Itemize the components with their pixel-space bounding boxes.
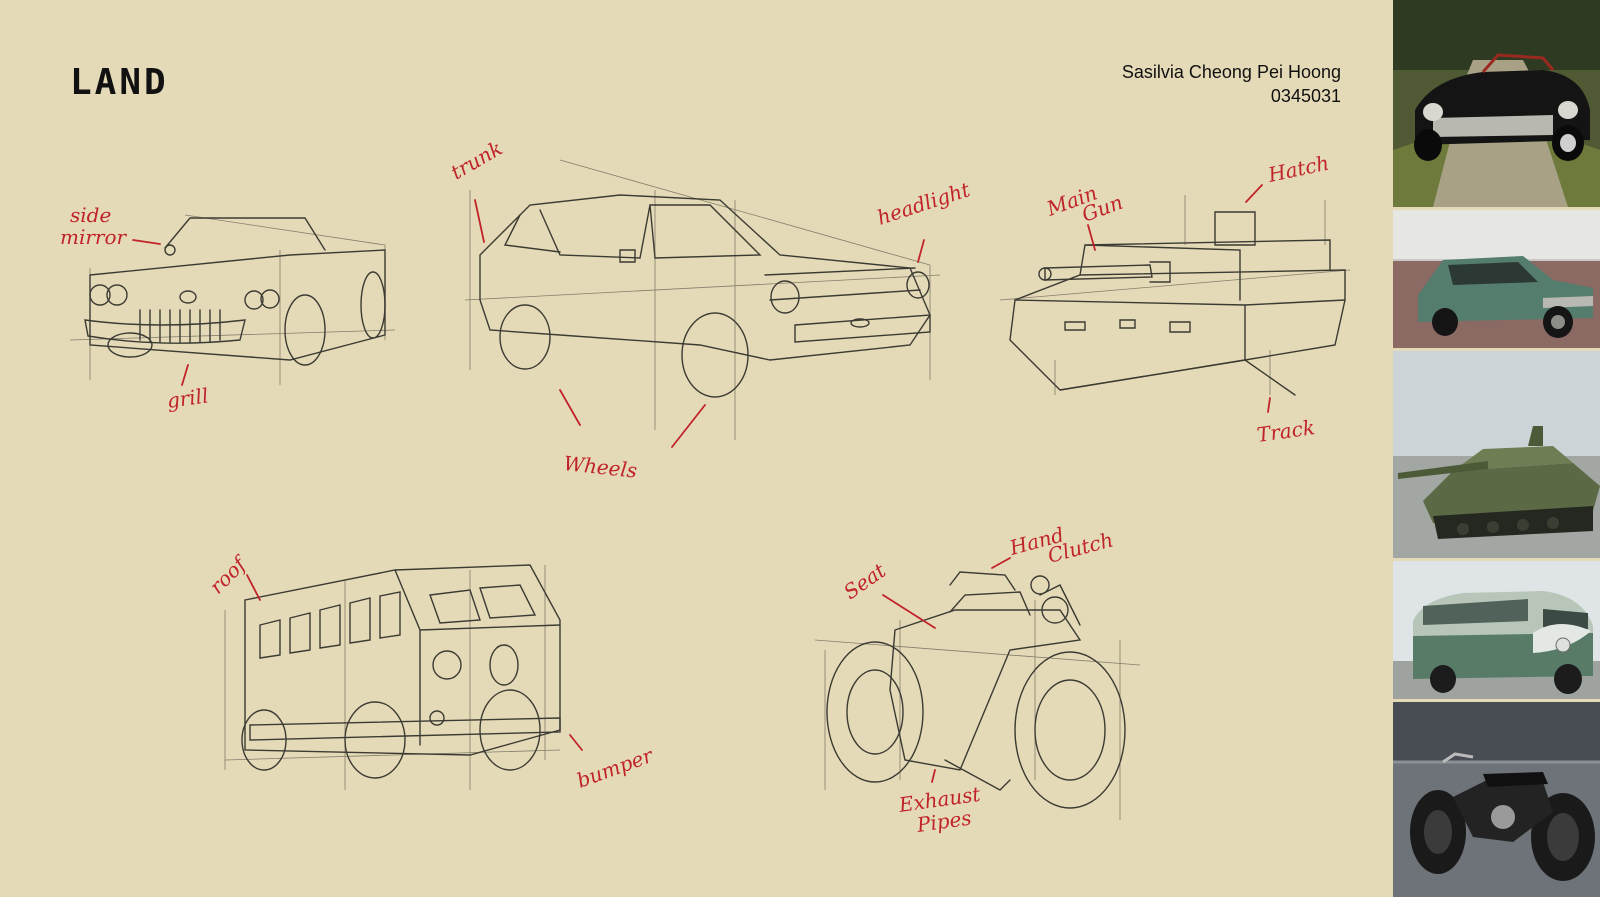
side-mirror-label-line1: side — [70, 203, 111, 227]
convertible-sketch: side mirror grill — [60, 203, 396, 413]
reference-photo-column — [1393, 0, 1600, 897]
roof-label: roof — [205, 550, 254, 599]
side-mirror-label-line2: mirror — [60, 225, 128, 249]
headlight-label: headlight — [874, 177, 974, 230]
sketch-slide: LAND Sasilvia Cheong Pei Hoong 0345031 s… — [0, 0, 1393, 897]
wheels-label: Wheels — [562, 451, 638, 483]
hatchback-photo — [1393, 210, 1600, 348]
track-label: Track — [1255, 415, 1316, 447]
tank-photo — [1393, 351, 1600, 558]
seat-label: Seat — [839, 558, 891, 604]
motorcycle-sketch: Seat Hand Clutch Exhaust Pipes — [814, 522, 1141, 837]
bumper-label: bumper — [574, 743, 658, 793]
trunk-label: trunk — [447, 136, 507, 185]
sketch-canvas: side mirror grill trunk headlight Wheels — [60, 136, 1351, 837]
grill-label: grill — [165, 383, 209, 413]
vw-bus-sketch: roof bumper — [205, 550, 658, 793]
motorcycle-photo — [1393, 702, 1600, 897]
hatch-label: Hatch — [1265, 151, 1331, 187]
hatchback-sketch: trunk headlight Wheels — [447, 136, 974, 483]
vw-bus-photo — [1393, 561, 1600, 699]
classic-convertible-photo — [1393, 0, 1600, 207]
tank-sketch: Main Gun Hatch Track — [999, 151, 1351, 447]
